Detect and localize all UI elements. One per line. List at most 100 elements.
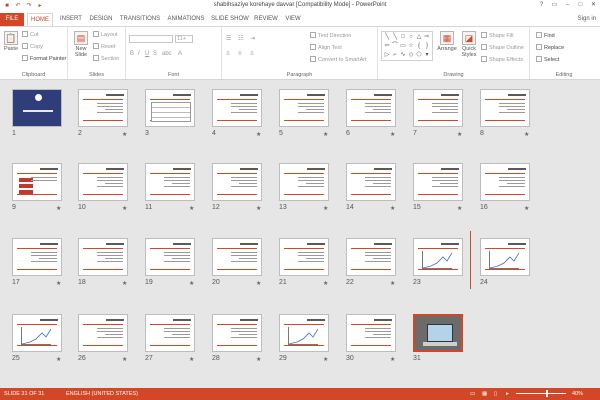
animation-star-icon[interactable]: ★ [390, 205, 395, 212]
bold-icon[interactable]: B [130, 51, 134, 57]
slide-thumbnail[interactable] [279, 314, 329, 352]
slide-thumbnail[interactable] [145, 314, 195, 352]
normal-view-icon[interactable]: ▭ [470, 391, 475, 397]
bullets-icon[interactable]: ☰ [226, 35, 231, 42]
align-center-icon[interactable]: ≡ [238, 51, 242, 57]
slide-thumbnail[interactable] [279, 163, 329, 201]
strikethrough-icon[interactable]: abc [162, 51, 172, 57]
animation-star-icon[interactable]: ★ [56, 356, 61, 363]
slide-thumbnail[interactable] [212, 89, 262, 127]
animation-star-icon[interactable]: ★ [122, 131, 127, 138]
slide-sorter[interactable]: 1 2 ★ 3 4 ★ 5 ★ 6 ★ 7 ★ 8 ★ 9 ★ 10 ★ 11 ★ 12 ★ 13 ★ 14 ★ 15 ★ 16 ★ 17 ★… [0, 81, 600, 388]
animation-star-icon[interactable]: ★ [524, 131, 529, 138]
shape-line-icon[interactable]: ╲ [383, 33, 391, 42]
shapes-gallery[interactable]: ╲ ╲ □ ○ △ ⇨ ⇦ ⌒ ▭ ☆ { } ▷ ⌐ ∿ ◇ ⬠ ▾ [381, 31, 433, 61]
italic-icon[interactable]: I [138, 51, 140, 57]
layout-button[interactable]: Layout [93, 31, 118, 38]
slide-thumbnail[interactable] [480, 89, 530, 127]
animation-star-icon[interactable]: ★ [323, 205, 328, 212]
shape-curve-icon[interactable]: ∿ [399, 51, 407, 60]
zoom-level[interactable]: 40% [572, 391, 583, 397]
new-slide-button[interactable]: ▤ New Slide [72, 31, 90, 58]
shape-rect-icon[interactable]: ▭ [399, 42, 407, 51]
section-button[interactable]: Section [93, 55, 119, 62]
slide-thumbnail[interactable] [12, 314, 62, 352]
shape-brace-icon[interactable]: } [423, 42, 431, 51]
animation-star-icon[interactable]: ★ [256, 131, 261, 138]
close-icon[interactable]: ✕ [589, 1, 598, 10]
indent-icon[interactable]: ⇥ [250, 35, 255, 42]
animation-star-icon[interactable]: ★ [122, 205, 127, 212]
shape-more-icon[interactable]: ▾ [423, 51, 431, 60]
maximize-icon[interactable]: □ [576, 1, 585, 10]
animation-star-icon[interactable]: ★ [256, 205, 261, 212]
tab-design[interactable]: DESIGN [87, 13, 115, 26]
animation-star-icon[interactable]: ★ [323, 356, 328, 363]
animation-star-icon[interactable]: ★ [390, 131, 395, 138]
align-right-icon[interactable]: ≡ [250, 51, 254, 57]
slide-thumbnail[interactable] [12, 89, 62, 127]
shape-arrow-icon[interactable]: ⇨ [423, 33, 431, 42]
animation-star-icon[interactable]: ★ [323, 280, 328, 287]
animation-star-icon[interactable]: ★ [189, 356, 194, 363]
slide-thumbnail[interactable] [145, 89, 195, 127]
cut-button[interactable]: Cut [22, 31, 39, 38]
slide-thumbnail[interactable] [346, 238, 396, 276]
shape-line-icon[interactable]: ╲ [391, 33, 399, 42]
ribbon-display-icon[interactable]: ▭ [550, 1, 559, 10]
tab-insert[interactable]: INSERT [57, 13, 85, 26]
tab-review[interactable]: REVIEW [252, 13, 280, 26]
font-size-box[interactable]: 11+ [175, 35, 193, 43]
slide-thumbnail[interactable] [413, 314, 463, 352]
shape-fill-button[interactable]: Shape Fill [481, 32, 513, 39]
language-indicator[interactable]: ENGLISH (UNITED STATES) [66, 391, 138, 397]
replace-button[interactable]: Replace [536, 44, 564, 51]
slide-thumbnail[interactable] [145, 163, 195, 201]
slide-thumbnail[interactable] [12, 238, 62, 276]
reading-view-icon[interactable]: ▯ [494, 391, 497, 397]
shape-brace-icon[interactable]: { [415, 42, 423, 51]
shape-diamond-icon[interactable]: ◇ [407, 51, 415, 60]
shape-arrow-icon[interactable]: ⇦ [383, 42, 391, 51]
animation-star-icon[interactable]: ★ [323, 131, 328, 138]
format-painter-button[interactable]: Format Painter [22, 55, 66, 62]
underline-icon[interactable]: U [145, 51, 149, 57]
text-direction-button[interactable]: Text Direction [310, 32, 351, 39]
shape-star-icon[interactable]: ☆ [407, 42, 415, 51]
tab-slide-show[interactable]: SLIDE SHOW [210, 13, 250, 26]
slide-thumbnail[interactable] [413, 238, 463, 276]
minimize-icon[interactable]: – [563, 1, 572, 10]
convert-smartart-button[interactable]: Convert to SmartArt [310, 56, 367, 63]
select-button[interactable]: Select [536, 56, 559, 63]
slide-thumbnail[interactable] [212, 238, 262, 276]
slide-thumbnail[interactable] [346, 89, 396, 127]
tab-file[interactable]: FILE [0, 13, 24, 26]
shape-line-icon[interactable]: ⌐ [391, 51, 399, 60]
slide-thumbnail[interactable] [212, 163, 262, 201]
slide-thumbnail[interactable] [78, 314, 128, 352]
slide-thumbnail[interactable] [212, 314, 262, 352]
shape-effects-button[interactable]: Shape Effects [481, 56, 523, 63]
reset-button[interactable]: Reset [93, 43, 115, 50]
slide-thumbnail[interactable] [413, 163, 463, 201]
shape-rect-icon[interactable]: □ [399, 33, 407, 42]
animation-star-icon[interactable]: ★ [189, 280, 194, 287]
paste-button[interactable]: 📋 Paste [2, 31, 20, 52]
shape-outline-button[interactable]: Shape Outline [481, 44, 524, 51]
shape-pentagon-icon[interactable]: ⬠ [415, 51, 423, 60]
shape-oval-icon[interactable]: ○ [407, 33, 415, 42]
copy-button[interactable]: Copy [22, 43, 43, 50]
animation-star-icon[interactable]: ★ [56, 280, 61, 287]
tab-view[interactable]: VIEW [282, 13, 304, 26]
quick-styles-button[interactable]: ◪ Quick Styles [459, 31, 479, 58]
slide-thumbnail[interactable] [78, 163, 128, 201]
animation-star-icon[interactable]: ★ [256, 356, 261, 363]
slide-thumbnail[interactable] [480, 163, 530, 201]
font-name-box[interactable] [129, 35, 173, 43]
align-text-button[interactable]: Align Text [310, 44, 342, 51]
animation-star-icon[interactable]: ★ [256, 280, 261, 287]
slide-thumbnail[interactable] [413, 89, 463, 127]
slide-thumbnail[interactable] [346, 314, 396, 352]
slide-thumbnail[interactable] [12, 163, 62, 201]
align-left-icon[interactable]: ≡ [226, 51, 230, 57]
